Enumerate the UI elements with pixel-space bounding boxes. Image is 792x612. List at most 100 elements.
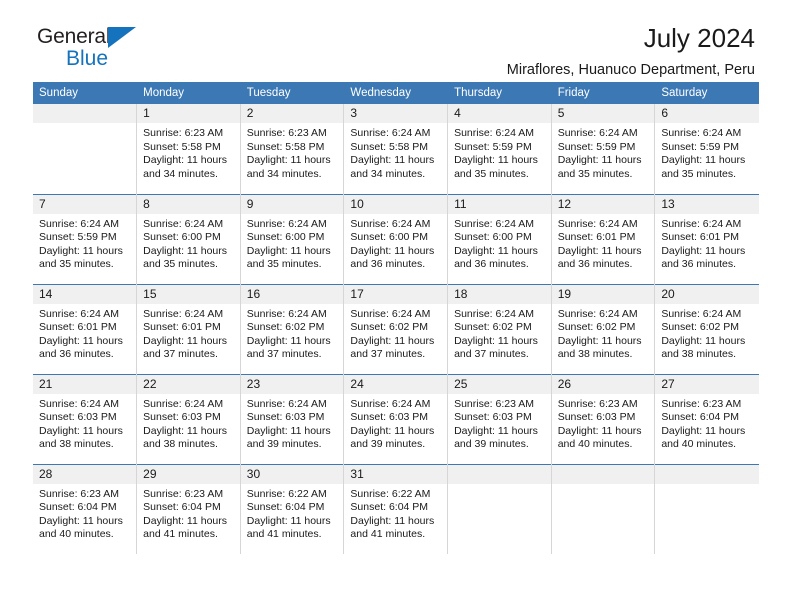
daylight-text: Daylight: 11 hours and 38 minutes. <box>143 424 227 451</box>
day-cell[interactable]: 2 Sunrise: 6:23 AM Sunset: 5:58 PM Dayli… <box>240 104 345 194</box>
sunset-text: Sunset: 6:00 PM <box>246 231 325 244</box>
day-cell[interactable]: 15 Sunrise: 6:24 AM Sunset: 6:01 PM Dayl… <box>136 283 241 374</box>
sunset-text: Sunset: 6:00 PM <box>454 231 532 244</box>
sunset-text: Sunset: 5:59 PM <box>661 140 739 153</box>
sunset-text: Sunset: 5:59 PM <box>39 231 117 244</box>
day-cell[interactable]: 17 Sunrise: 6:24 AM Sunset: 6:02 PM Dayl… <box>343 283 449 374</box>
day-number: 20 <box>655 284 759 304</box>
day-cell[interactable]: 12 Sunrise: 6:24 AM Sunset: 6:01 PM Dayl… <box>551 193 656 284</box>
day-number: 13 <box>655 194 759 214</box>
triangle-icon <box>108 27 136 48</box>
daylight-text: Daylight: 11 hours and 35 minutes. <box>246 244 331 271</box>
sunrise-text: Sunrise: 6:23 AM <box>39 487 119 500</box>
day-cell[interactable]: 3 Sunrise: 6:24 AM Sunset: 5:58 PM Dayli… <box>343 104 449 194</box>
daylight-text: Daylight: 11 hours and 35 minutes. <box>454 154 538 180</box>
daylight-text: Daylight: 11 hours and 41 minutes. <box>246 514 331 541</box>
day-cell[interactable]: 9 Sunrise: 6:24 AM Sunset: 6:00 PM Dayli… <box>240 193 345 284</box>
day-number: 3 <box>344 104 448 123</box>
sunrise-text: Sunrise: 6:24 AM <box>661 217 742 230</box>
sunrise-text: Sunrise: 6:24 AM <box>454 127 535 139</box>
day-cell[interactable]: 27 Sunrise: 6:23 AM Sunset: 6:04 PM Dayl… <box>654 373 759 464</box>
sunset-text: Sunset: 6:03 PM <box>557 411 636 424</box>
day-cell[interactable]: 26 Sunrise: 6:23 AM Sunset: 6:03 PM Dayl… <box>551 373 656 464</box>
day-cell[interactable]: 20 Sunrise: 6:24 AM Sunset: 6:02 PM Dayl… <box>654 283 759 374</box>
day-cell[interactable]: 21 Sunrise: 6:24 AM Sunset: 6:03 PM Dayl… <box>33 373 138 464</box>
sunrise-text: Sunrise: 6:24 AM <box>661 127 742 139</box>
day-number: 30 <box>240 464 344 484</box>
daylight-text: Daylight: 11 hours and 37 minutes. <box>246 334 331 361</box>
day-cell[interactable] <box>447 463 552 554</box>
day-number: 9 <box>240 194 344 214</box>
day-cell[interactable]: 14 Sunrise: 6:24 AM Sunset: 6:01 PM Dayl… <box>33 283 138 374</box>
sunset-text: Sunset: 6:01 PM <box>39 321 117 334</box>
day-cell[interactable]: 30 Sunrise: 6:22 AM Sunset: 6:04 PM Dayl… <box>240 463 345 554</box>
sunset-text: Sunset: 5:59 PM <box>454 140 532 153</box>
day-cell[interactable]: 4 Sunrise: 6:24 AM Sunset: 5:59 PM Dayli… <box>447 104 552 194</box>
sunrise-text: Sunrise: 6:22 AM <box>350 487 431 500</box>
sunrise-text: Sunrise: 6:24 AM <box>661 307 742 320</box>
page-title: July 2024 <box>643 23 755 53</box>
sunset-text: Sunset: 6:04 PM <box>39 501 117 514</box>
sunrise-text: Sunrise: 6:24 AM <box>350 127 431 139</box>
day-number: 21 <box>33 374 137 394</box>
daylight-text: Daylight: 11 hours and 40 minutes. <box>661 424 746 451</box>
daylight-text: Daylight: 11 hours and 35 minutes. <box>143 244 227 271</box>
day-number: 24 <box>344 374 448 394</box>
generalblue-logo[interactable]: General Blue <box>37 26 217 76</box>
week-row: 1 Sunrise: 6:23 AM Sunset: 5:58 PM Dayli… <box>33 104 759 194</box>
day-cell[interactable]: 7 Sunrise: 6:24 AM Sunset: 5:59 PM Dayli… <box>33 193 138 284</box>
day-cell[interactable]: 16 Sunrise: 6:24 AM Sunset: 6:02 PM Dayl… <box>240 283 345 374</box>
day-cell[interactable] <box>551 463 656 554</box>
daylight-text: Daylight: 11 hours and 40 minutes. <box>557 424 642 451</box>
sunrise-text: Sunrise: 6:24 AM <box>143 307 224 320</box>
sunset-text: Sunset: 6:04 PM <box>246 501 325 514</box>
day-cell[interactable]: 18 Sunrise: 6:24 AM Sunset: 6:02 PM Dayl… <box>447 283 552 374</box>
day-cell[interactable]: 8 Sunrise: 6:24 AM Sunset: 6:00 PM Dayli… <box>136 193 241 284</box>
day-cell[interactable]: 29 Sunrise: 6:23 AM Sunset: 6:04 PM Dayl… <box>136 463 241 554</box>
day-cell[interactable]: 25 Sunrise: 6:23 AM Sunset: 6:03 PM Dayl… <box>447 373 552 464</box>
day-number <box>33 104 137 123</box>
sunrise-text: Sunrise: 6:23 AM <box>143 127 224 139</box>
sunset-text: Sunset: 5:59 PM <box>557 140 636 153</box>
daylight-text: Daylight: 11 hours and 34 minutes. <box>143 154 227 180</box>
day-cell[interactable]: 31 Sunrise: 6:22 AM Sunset: 6:04 PM Dayl… <box>343 463 449 554</box>
day-cell[interactable]: 6 Sunrise: 6:24 AM Sunset: 5:59 PM Dayli… <box>655 104 759 194</box>
sunset-text: Sunset: 5:58 PM <box>350 140 429 153</box>
day-cell[interactable]: 13 Sunrise: 6:24 AM Sunset: 6:01 PM Dayl… <box>654 193 759 284</box>
sunrise-text: Sunrise: 6:24 AM <box>557 307 638 320</box>
logo-text-blue: Blue <box>66 47 109 70</box>
day-number: 23 <box>240 374 344 394</box>
day-cell[interactable]: 10 Sunrise: 6:24 AM Sunset: 6:00 PM Dayl… <box>343 193 449 284</box>
sunset-text: Sunset: 6:03 PM <box>143 411 221 424</box>
day-number <box>655 464 759 484</box>
day-number: 8 <box>137 194 240 214</box>
weekday-header-tuesday: Tuesday <box>240 82 345 104</box>
daylight-text: Daylight: 11 hours and 35 minutes. <box>661 154 746 180</box>
day-number: 27 <box>655 374 759 394</box>
daylight-text: Daylight: 11 hours and 34 minutes. <box>246 154 331 180</box>
title-block: July 2024 Miraflores, Huanuco Department… <box>507 22 755 80</box>
day-cell[interactable]: 1 Sunrise: 6:23 AM Sunset: 5:58 PM Dayli… <box>136 104 241 194</box>
sunset-text: Sunset: 6:00 PM <box>143 231 221 244</box>
daylight-text: Daylight: 11 hours and 37 minutes. <box>454 334 538 361</box>
sunset-text: Sunset: 6:02 PM <box>661 321 739 334</box>
weekday-header-monday: Monday <box>136 82 241 104</box>
weekday-header-row: Sunday Monday Tuesday Wednesday Thursday… <box>33 82 759 104</box>
sunset-text: Sunset: 6:03 PM <box>454 411 532 424</box>
day-cell[interactable]: 22 Sunrise: 6:24 AM Sunset: 6:03 PM Dayl… <box>136 373 241 464</box>
sunrise-text: Sunrise: 6:24 AM <box>246 217 327 230</box>
day-cell[interactable]: 23 Sunrise: 6:24 AM Sunset: 6:03 PM Dayl… <box>240 373 345 464</box>
day-cell[interactable]: 28 Sunrise: 6:23 AM Sunset: 6:04 PM Dayl… <box>33 463 138 554</box>
day-number: 7 <box>33 194 137 214</box>
day-cell[interactable]: 5 Sunrise: 6:24 AM Sunset: 5:59 PM Dayli… <box>551 104 656 194</box>
sunrise-text: Sunrise: 6:23 AM <box>143 487 224 500</box>
sunset-text: Sunset: 6:04 PM <box>661 411 739 424</box>
day-cell[interactable]: 24 Sunrise: 6:24 AM Sunset: 6:03 PM Dayl… <box>343 373 449 464</box>
day-cell[interactable] <box>33 104 138 194</box>
day-cell[interactable] <box>654 463 759 554</box>
weekday-header-wednesday: Wednesday <box>343 82 449 104</box>
day-cell[interactable]: 11 Sunrise: 6:24 AM Sunset: 6:00 PM Dayl… <box>447 193 552 284</box>
day-cell[interactable]: 19 Sunrise: 6:24 AM Sunset: 6:02 PM Dayl… <box>551 283 656 374</box>
day-number: 28 <box>33 464 137 484</box>
daylight-text: Daylight: 11 hours and 36 minutes. <box>454 244 538 271</box>
